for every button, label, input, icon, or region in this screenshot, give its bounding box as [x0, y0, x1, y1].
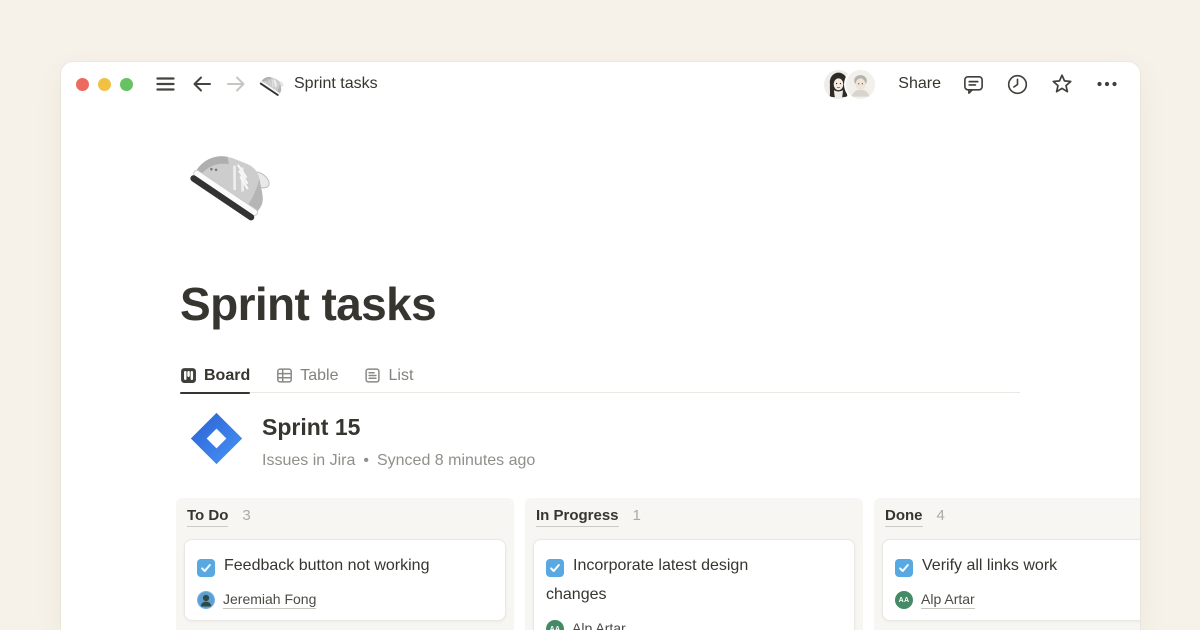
- presence-avatars[interactable]: [824, 70, 875, 99]
- column-header: Done 4: [878, 506, 1140, 527]
- assignee-name[interactable]: Alp Artar: [921, 591, 975, 609]
- share-button[interactable]: Share: [898, 75, 941, 93]
- board-icon: [180, 367, 197, 384]
- tab-table[interactable]: Table: [276, 359, 338, 393]
- avatar-alp-artar: AA: [895, 591, 913, 609]
- sneaker-icon: [261, 73, 285, 95]
- board-card[interactable]: Verify all links work AA Alp Artar: [882, 539, 1140, 621]
- board-card[interactable]: Feedback button not working Jeremiah Fon…: [184, 539, 506, 621]
- board-card[interactable]: Incorporate latest design changes AA Alp…: [533, 539, 855, 630]
- back-arrow-icon[interactable]: [192, 75, 212, 93]
- linked-db-subtitle: Issues in Jira • Synced 8 minutes ago: [262, 452, 535, 470]
- page-title: Sprint tasks: [180, 277, 436, 332]
- column-name[interactable]: Done: [885, 507, 923, 527]
- card-title: Verify all links work: [922, 557, 1057, 574]
- forward-arrow-icon[interactable]: [226, 75, 246, 93]
- card-title-row: Verify all links work: [895, 551, 1140, 580]
- board-column-in-progress: In Progress 1 Incorporate latest design …: [525, 498, 863, 630]
- close-button[interactable]: [76, 78, 89, 91]
- minimize-button[interactable]: [98, 78, 111, 91]
- hamburger-menu-icon[interactable]: [156, 76, 175, 92]
- column-name[interactable]: To Do: [187, 507, 228, 527]
- tab-board[interactable]: Board: [180, 359, 250, 393]
- checkbox-checked[interactable]: [546, 559, 564, 577]
- titlebar-actions: Share: [824, 70, 1119, 99]
- checkbox-checked[interactable]: [895, 559, 913, 577]
- column-header: In Progress 1: [529, 506, 859, 527]
- assignee-row: Jeremiah Fong: [197, 591, 493, 609]
- updates-clock-icon[interactable]: [1006, 73, 1029, 96]
- linked-db-title[interactable]: Sprint 15: [262, 414, 360, 441]
- list-icon: [364, 367, 381, 384]
- zoom-button[interactable]: [120, 78, 133, 91]
- checkbox-checked[interactable]: [197, 559, 215, 577]
- column-name[interactable]: In Progress: [536, 507, 619, 527]
- assignee-name[interactable]: Alp Artar: [572, 620, 626, 630]
- titlebar-doc-title: Sprint tasks: [294, 75, 378, 93]
- jira-logo-icon: [189, 411, 244, 466]
- favorite-star-icon[interactable]: [1050, 72, 1074, 96]
- assignee-row: AA Alp Artar: [546, 620, 842, 630]
- card-title-row: Incorporate latest design changes: [546, 551, 804, 609]
- page-icon-sneaker[interactable]: [183, 126, 287, 234]
- column-header: To Do 3: [180, 506, 510, 527]
- card-title-row: Feedback button not working: [197, 551, 455, 580]
- titlebar: Sprint tasks: [61, 62, 1140, 106]
- avatar-man[interactable]: [846, 70, 875, 99]
- card-title: Incorporate latest design changes: [546, 557, 748, 603]
- column-count: 1: [633, 507, 641, 524]
- assignee-name[interactable]: Jeremiah Fong: [223, 591, 316, 609]
- traffic-lights: [76, 78, 133, 91]
- avatar-alp-artar: AA: [546, 620, 564, 630]
- db-separator: •: [363, 452, 369, 470]
- board-column-done: Done 4 Verify all links work AA Alp Arta…: [874, 498, 1140, 630]
- card-title: Feedback button not working: [224, 557, 429, 574]
- app-window: Sprint tasks: [61, 62, 1140, 630]
- db-source: Issues in Jira: [262, 452, 355, 470]
- avatar-jeremiah: [197, 591, 215, 609]
- assignee-row: AA Alp Artar: [895, 591, 1140, 609]
- view-tabs: Board Table List: [180, 359, 1020, 393]
- table-icon: [276, 367, 293, 384]
- column-count: 3: [242, 507, 250, 524]
- board-column-todo: To Do 3 Feedback button not working Jere…: [176, 498, 514, 630]
- comments-icon[interactable]: [962, 73, 985, 96]
- tab-list[interactable]: List: [364, 359, 413, 393]
- column-count: 4: [937, 507, 945, 524]
- db-sync-status: Synced 8 minutes ago: [377, 452, 535, 470]
- more-ellipsis-icon[interactable]: [1095, 72, 1119, 96]
